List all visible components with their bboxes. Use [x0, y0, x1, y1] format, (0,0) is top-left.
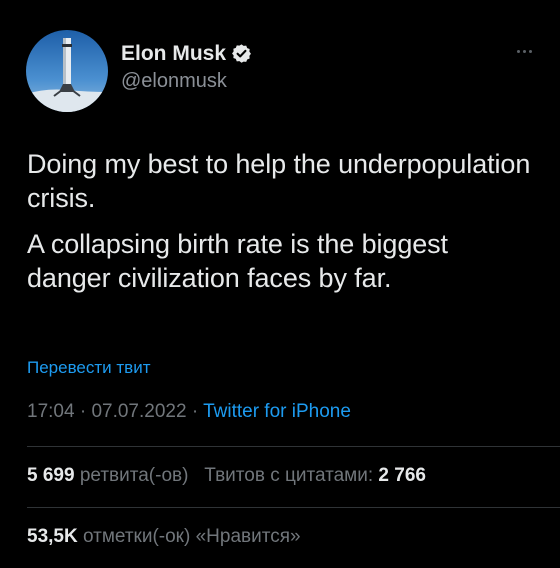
likes-count: 53,5K [27, 526, 78, 547]
author-handle[interactable]: @elonmusk [121, 70, 252, 93]
tweet-header: Elon Musk @elonmusk [26, 30, 252, 112]
tweet-paragraph: Doing my best to help the underpopulatio… [27, 149, 531, 213]
quotes-count: 2 766 [378, 465, 426, 486]
likes-label: отметки(-ок) «Нравится» [82, 526, 301, 547]
retweets-label: ретвита(-ов) [79, 465, 189, 486]
quotes-stat[interactable]: Твитов с цитатами: 2 766 [204, 465, 426, 486]
tweet-time[interactable]: 17:04 [27, 401, 75, 422]
more-options-icon[interactable] [517, 50, 532, 53]
retweets-count: 5 699 [27, 465, 75, 486]
avatar[interactable] [26, 30, 108, 112]
divider [27, 507, 560, 508]
verified-badge-icon [231, 43, 252, 64]
tweet-card: Elon Musk @elonmusk Doing my best to hel… [0, 0, 560, 568]
tweet-source-link[interactable]: Twitter for iPhone [203, 401, 351, 422]
meta-separator: · [79, 401, 87, 422]
retweet-quote-stats: 5 699 ретвита(-ов) Твитов с цитатами: 2 … [27, 465, 426, 487]
quotes-label: Твитов с цитатами: [204, 465, 374, 486]
avatar-image [26, 30, 108, 112]
likes-stats[interactable]: 53,5K отметки(-ок) «Нравится» [27, 526, 301, 548]
tweet-text: Doing my best to help the underpopulatio… [27, 147, 537, 307]
display-name-row: Elon Musk [121, 42, 252, 66]
divider [27, 446, 560, 447]
author-names: Elon Musk @elonmusk [121, 42, 252, 93]
translate-tweet-link[interactable]: Перевести твит [27, 358, 150, 378]
tweet-date[interactable]: 07.07.2022 [91, 401, 186, 422]
meta-separator: · [191, 401, 199, 422]
tweet-meta: 17:04 · 07.07.2022 · Twitter for iPhone [27, 401, 351, 423]
tweet-paragraph: A collapsing birth rate is the biggest d… [27, 229, 448, 293]
author-display-name[interactable]: Elon Musk [121, 42, 226, 66]
retweets-stat[interactable]: 5 699 ретвита(-ов) [27, 465, 188, 486]
